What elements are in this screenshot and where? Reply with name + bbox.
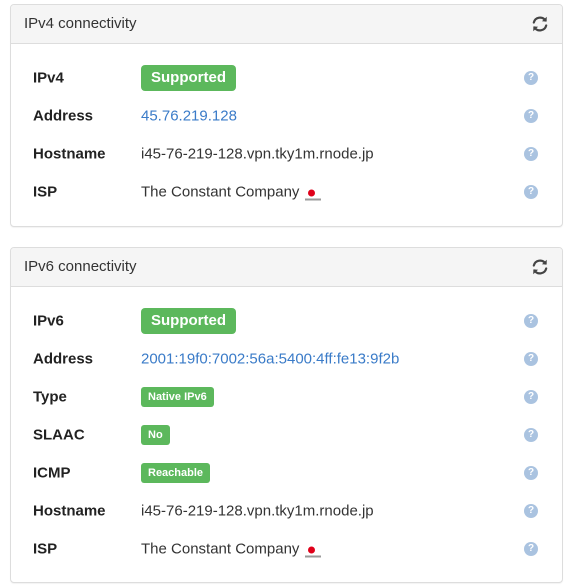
ipv4-label: IPv4 [33,69,64,87]
ipv4-panel-title: IPv4 connectivity [24,15,137,32]
slaac-badge: No [141,425,170,445]
ipv6-label: IPv6 [33,312,64,330]
ipv4-isp-value: The Constant Company [141,183,300,201]
help-icon[interactable]: ? [524,185,538,199]
help-icon[interactable]: ? [524,314,538,328]
help-icon[interactable]: ? [524,390,538,404]
ipv6-slaac-row: SLAAC No ? [11,422,562,448]
address-label: Address [33,107,94,125]
ipv6-hostname-value: i45-76-219-128.vpn.tky1m.rnode.jp [141,502,374,520]
ipv4-support-row: IPv4 Supported ? [11,65,562,91]
hostname-label: Hostname [33,145,106,163]
ipv4-address-link[interactable]: 45.76.219.128 [141,108,237,125]
ipv6-panel: IPv6 connectivity IPv6 Supported ? Addre… [10,247,563,583]
type-label: Type [33,388,67,406]
type-badge: Native IPv6 [141,387,214,407]
ipv6-support-row: IPv6 Supported ? [11,308,562,334]
ipv4-panel: IPv4 connectivity IPv4 Supported ? Addre… [10,4,563,227]
help-icon[interactable]: ? [524,109,538,123]
ipv6-isp-row: ISP The Constant Company ? [11,536,562,562]
icmp-label: ICMP [33,464,71,482]
ipv6-isp-value: The Constant Company [141,540,300,558]
ipv4-refresh-icon[interactable] [530,14,550,34]
isp-label: ISP [33,540,58,558]
hostname-label: Hostname [33,502,106,520]
help-icon[interactable]: ? [524,352,538,366]
help-icon[interactable]: ? [524,71,538,85]
ipv4-hostname-row: Hostname i45-76-219-128.vpn.tky1m.rnode.… [11,141,562,167]
ipv6-address-row: Address 2001:19f0:7002:56a:5400:4ff:fe13… [11,346,562,372]
ipv6-icmp-row: ICMP Reachable ? [11,460,562,486]
ipv4-supported-badge: Supported [141,65,236,91]
ipv4-isp-row: ISP The Constant Company ? [11,179,562,205]
ipv6-refresh-icon[interactable] [530,257,550,277]
ipv6-panel-title: IPv6 connectivity [24,258,137,275]
ipv4-address-row: Address 45.76.219.128 ? [11,103,562,129]
icmp-badge: Reachable [141,463,211,483]
address-label: Address [33,350,94,368]
ipv6-hostname-row: Hostname i45-76-219-128.vpn.tky1m.rnode.… [11,498,562,524]
japan-flag-icon [305,187,322,200]
ipv6-supported-badge: Supported [141,308,236,334]
ipv4-hostname-value: i45-76-219-128.vpn.tky1m.rnode.jp [141,145,374,163]
help-icon[interactable]: ? [524,428,538,442]
slaac-label: SLAAC [33,426,85,444]
ipv6-address-link[interactable]: 2001:19f0:7002:56a:5400:4ff:fe13:9f2b [141,351,399,368]
ipv6-type-row: Type Native IPv6 ? [11,384,562,410]
help-icon[interactable]: ? [524,504,538,518]
help-icon[interactable]: ? [524,147,538,161]
ipv4-panel-heading: IPv4 connectivity [11,5,562,44]
isp-label: ISP [33,183,58,201]
help-icon[interactable]: ? [524,466,538,480]
ipv6-panel-heading: IPv6 connectivity [11,248,562,287]
japan-flag-icon [305,544,322,557]
help-icon[interactable]: ? [524,542,538,556]
